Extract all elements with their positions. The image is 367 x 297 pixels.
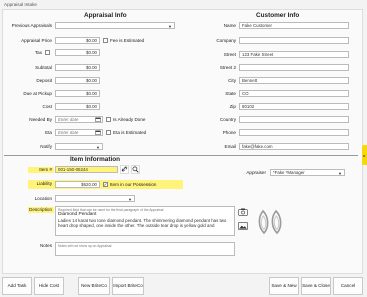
liability-label: Liability [36, 181, 52, 186]
street2-label: Street 2 [219, 65, 236, 70]
tax-label: Tax [34, 50, 42, 55]
due-at-pickup-field[interactable]: $0.00 [55, 90, 100, 97]
zip-field[interactable]: 80102 [239, 103, 349, 110]
cancel-button[interactable]: Cancel [333, 277, 363, 295]
description-text: Ladies 14 karat two tone diamond pendant… [58, 218, 227, 228]
phone-label: Phone [222, 130, 236, 135]
country-field[interactable] [239, 116, 349, 123]
fee-estimated-label: Fee is Estimated [110, 38, 145, 43]
name-field[interactable]: Fake Customer [239, 22, 349, 29]
search-icon[interactable] [131, 165, 140, 174]
liability-field[interactable]: $620.00 [55, 181, 100, 188]
customer-info-title: Customer Info [256, 12, 300, 19]
camera-icon[interactable] [238, 208, 248, 216]
chevron-down-icon: ▼ [168, 24, 172, 29]
street2-field[interactable] [239, 64, 349, 71]
city-field[interactable]: Bennett [239, 77, 349, 84]
item-number-field[interactable]: 001-150-05244 [55, 166, 118, 173]
item-info-title: Item Information [70, 156, 121, 163]
hide-cost-button[interactable]: Hide Cost [34, 277, 64, 295]
tax-checkbox[interactable] [45, 50, 50, 55]
new-briteco-button[interactable]: New BriteCo [78, 277, 110, 295]
save-new-button[interactable]: Save & New [269, 277, 299, 295]
chevron-down-icon: ▼ [338, 171, 342, 176]
tax-field[interactable]: $0.00 [55, 49, 100, 56]
link-icon[interactable] [120, 165, 129, 174]
notify-label: Notify [40, 144, 52, 149]
cost-field[interactable]: $0.00 [55, 103, 100, 110]
already-done-checkbox[interactable] [106, 117, 111, 122]
street-field[interactable]: 123 Fake Street [239, 51, 349, 58]
item-number-label: Item # [28, 167, 54, 173]
side-panel-tab[interactable]: ▸ [362, 145, 367, 165]
item-in-possession-label: Item in our Possession [110, 182, 157, 187]
notes-textarea[interactable]: Notes will not show up on Appraisal [55, 242, 235, 256]
state-field[interactable]: CO [239, 90, 349, 97]
item-photo[interactable] [253, 205, 287, 239]
cost-label: Cost [42, 104, 52, 109]
import-briteco-button[interactable]: Import BriteCo [112, 277, 144, 295]
zip-label: Zip [229, 104, 236, 109]
previous-appraisals-select[interactable]: ▼ [55, 22, 175, 29]
window-title: Appraisal Intake [0, 0, 367, 9]
deposit-field[interactable]: $0.00 [55, 77, 100, 84]
company-field[interactable] [239, 37, 349, 44]
needed-by-date-field[interactable]: Enter date [55, 116, 103, 123]
save-close-button[interactable]: Save & Close [301, 277, 331, 295]
eta-estimated-checkbox[interactable] [106, 130, 111, 135]
appraisal-price-label: Appraisal Price [21, 38, 52, 43]
email-label: Email [224, 144, 237, 149]
notes-label: Notes [39, 243, 52, 248]
country-label: Country [219, 117, 236, 122]
item-in-possession-checkbox[interactable]: ✓ [103, 182, 108, 187]
chevron-down-icon: ▼ [96, 145, 100, 150]
eta-estimated-label: Eta is Estimated [113, 130, 147, 135]
state-label: State [225, 91, 236, 96]
company-label: Company [216, 38, 236, 43]
add-task-button[interactable]: Add Task [2, 277, 32, 295]
needed-by-label: Needed By [29, 117, 52, 122]
description-label: Description [28, 207, 54, 213]
description-textarea[interactable]: Required field that can be used for the … [55, 206, 235, 236]
email-field[interactable]: fake@fake.com [239, 143, 349, 150]
notes-hint: Notes will not show up on Appraisal [58, 244, 112, 248]
previous-appraisals-label: Previous Appraisals [11, 23, 52, 28]
pendant-photo-icon [258, 209, 282, 235]
due-at-pickup-label: Due at Pickup [23, 91, 52, 96]
fee-estimated-checkbox[interactable] [103, 38, 108, 43]
calendar-icon[interactable] [95, 130, 101, 135]
subtotal-label: Subtotal [35, 65, 52, 70]
subtotal-field[interactable]: $0.00 [55, 64, 100, 71]
eta-date-field[interactable]: Enter date [55, 129, 103, 136]
location-label: Location [34, 196, 52, 201]
deposit-label: Deposit [36, 78, 52, 83]
chevron-down-icon: ▼ [128, 197, 132, 202]
city-label: City [228, 78, 236, 83]
calendar-icon[interactable] [95, 117, 101, 122]
already-done-label: Is Already Done [113, 117, 146, 122]
appraiser-label: Appraiser [246, 170, 266, 175]
notify-select[interactable]: ▼ [55, 143, 103, 150]
phone-field[interactable] [239, 129, 349, 136]
eta-label: Eta [45, 130, 52, 135]
appraisal-info-title: Appraisal Info [84, 12, 127, 19]
name-label: Name [223, 23, 236, 28]
section-divider [4, 155, 358, 156]
appraiser-select[interactable]: *Fake *Manager ▼ [270, 169, 345, 176]
image-icon[interactable] [238, 222, 248, 230]
street-label: Street [223, 52, 236, 57]
appraisal-price-field[interactable]: $0.00 [55, 37, 100, 44]
location-select[interactable]: ▼ [55, 195, 135, 202]
